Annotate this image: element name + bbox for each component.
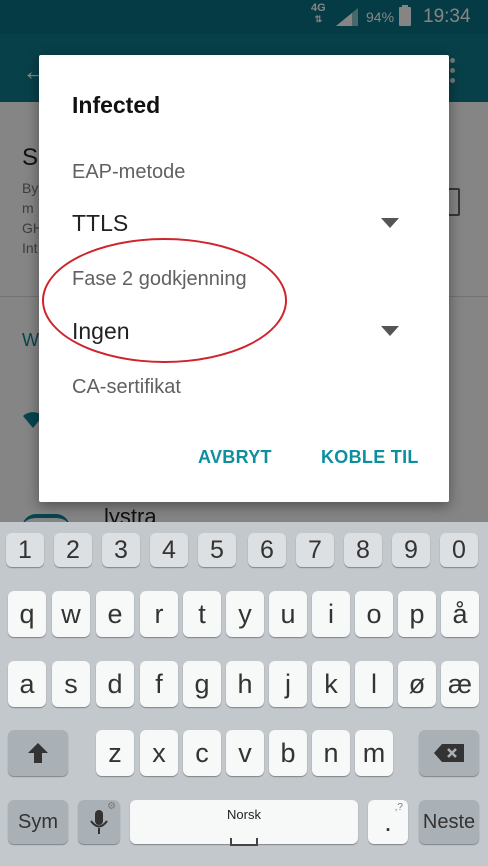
key-q[interactable]: q: [8, 591, 46, 637]
key-l[interactable]: l: [355, 661, 393, 707]
phase2-auth-dropdown-icon[interactable]: [381, 326, 399, 336]
period-key[interactable]: . ,?: [368, 800, 408, 844]
key-9[interactable]: 9: [392, 533, 430, 567]
space-icon: [230, 838, 258, 846]
key-z[interactable]: z: [96, 730, 134, 776]
key-m[interactable]: m: [355, 730, 393, 776]
key-4[interactable]: 4: [150, 533, 188, 567]
key-7[interactable]: 7: [296, 533, 334, 567]
voice-input-key[interactable]: ⚙: [78, 800, 120, 844]
key-n[interactable]: n: [312, 730, 350, 776]
key-3[interactable]: 3: [102, 533, 140, 567]
key-i[interactable]: i: [312, 591, 350, 637]
key-k[interactable]: k: [312, 661, 350, 707]
key-g[interactable]: g: [183, 661, 221, 707]
key-x[interactable]: x: [140, 730, 178, 776]
key-o-slash[interactable]: ø: [398, 661, 436, 707]
eap-method-value[interactable]: TTLS: [72, 210, 128, 237]
key-8[interactable]: 8: [344, 533, 382, 567]
key-p[interactable]: p: [398, 591, 436, 637]
connect-button[interactable]: KOBLE TIL: [321, 447, 419, 468]
settings-gear-icon: ⚙: [107, 801, 116, 812]
key-1[interactable]: 1: [6, 533, 44, 567]
keyboard: 1 2 3 4 5 6 7 8 9 0 q w e r t y u i o p …: [0, 522, 488, 866]
key-6[interactable]: 6: [248, 533, 286, 567]
next-key[interactable]: Neste: [419, 800, 479, 844]
shift-key[interactable]: [8, 730, 68, 776]
key-ae[interactable]: æ: [441, 661, 479, 707]
eap-method-label: EAP-metode: [72, 161, 186, 183]
key-0[interactable]: 0: [440, 533, 478, 567]
key-o[interactable]: o: [355, 591, 393, 637]
key-e[interactable]: e: [96, 591, 134, 637]
key-w[interactable]: w: [52, 591, 90, 637]
eap-method-dropdown-icon[interactable]: [381, 218, 399, 228]
space-bar[interactable]: Norsk: [130, 800, 358, 846]
period-hint: ,?: [394, 802, 403, 813]
key-a[interactable]: a: [8, 661, 46, 707]
key-r[interactable]: r: [140, 591, 178, 637]
period-label: .: [384, 807, 392, 837]
shift-arrow-icon: [28, 743, 48, 763]
key-j[interactable]: j: [269, 661, 307, 707]
microphone-icon: [90, 810, 108, 834]
highlight-ellipse: [42, 238, 287, 363]
backspace-icon: [434, 744, 464, 762]
key-b[interactable]: b: [269, 730, 307, 776]
key-h[interactable]: h: [226, 661, 264, 707]
key-u[interactable]: u: [269, 591, 307, 637]
key-f[interactable]: f: [140, 661, 178, 707]
cancel-button[interactable]: AVBRYT: [198, 447, 272, 468]
dialog-title: Infected: [72, 92, 161, 118]
key-y[interactable]: y: [226, 591, 264, 637]
key-5[interactable]: 5: [198, 533, 236, 567]
key-d[interactable]: d: [96, 661, 134, 707]
key-a-ring[interactable]: å: [441, 591, 479, 637]
ca-certificate-label[interactable]: CA-sertifikat: [72, 376, 181, 399]
language-label: Norsk: [227, 807, 261, 822]
backspace-key[interactable]: [419, 730, 479, 776]
key-s[interactable]: s: [52, 661, 90, 707]
sym-key[interactable]: Sym: [8, 800, 68, 844]
key-t[interactable]: t: [183, 591, 221, 637]
key-2[interactable]: 2: [54, 533, 92, 567]
key-c[interactable]: c: [183, 730, 221, 776]
key-v[interactable]: v: [226, 730, 264, 776]
